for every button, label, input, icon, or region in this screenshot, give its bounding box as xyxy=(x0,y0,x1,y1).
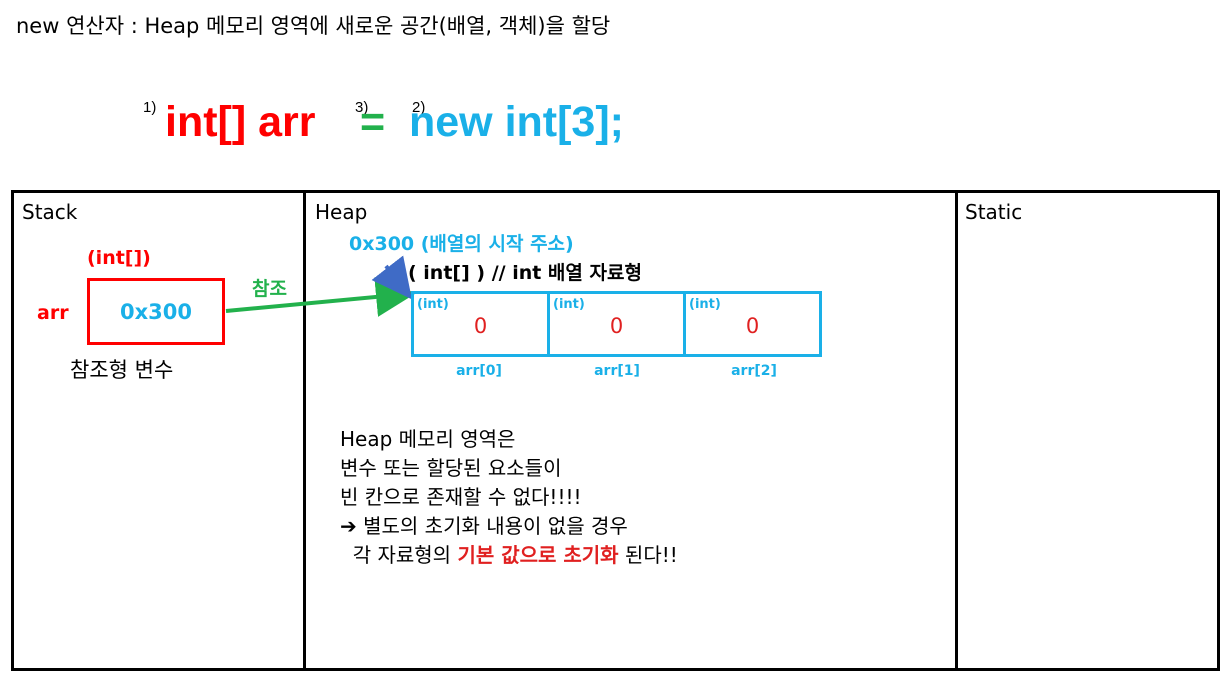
note-emphasis: 기본 값으로 초기화 xyxy=(457,543,619,567)
heap-initialization-note: Heap 메모리 영역은 변수 또는 할당된 요소들이 빈 칸으로 존재할 수 … xyxy=(340,425,678,570)
note-line: 각 자료형의 기본 값으로 초기화 된다!! xyxy=(340,541,678,570)
right-arrow-icon: ➔ xyxy=(340,514,357,538)
array-index-label: arr[2] xyxy=(731,363,777,379)
start-address-pointer xyxy=(371,255,412,300)
note-text: 된다!! xyxy=(618,543,678,567)
array-cell: (int) 0 xyxy=(683,294,819,354)
array-start-address: 0x300 (배열의 시작 주소) xyxy=(349,233,574,255)
array-cell: (int) 0 xyxy=(414,294,547,354)
note-text: 각 자료형의 xyxy=(340,543,458,567)
cell-type-label: (int) xyxy=(689,297,721,312)
note-line: Heap 메모리 영역은 xyxy=(340,427,516,451)
cell-type-label: (int) xyxy=(553,297,585,312)
note-line: 변수 또는 할당된 요소들이 xyxy=(340,456,562,480)
int-array: (int) 0 (int) 0 (int) 0 xyxy=(411,291,822,357)
array-type-note: ( int[] ) // int 배열 자료형 xyxy=(408,262,642,284)
note-text: 별도의 초기화 내용이 없을 경우 xyxy=(356,514,628,538)
cell-value: 0 xyxy=(473,314,488,338)
array-index-label: arr[1] xyxy=(594,363,640,379)
cell-value: 0 xyxy=(609,314,624,338)
cell-type-label: (int) xyxy=(417,297,449,312)
note-line: ➔ 별도의 초기화 내용이 없을 경우 xyxy=(340,512,678,541)
cell-value: 0 xyxy=(745,314,760,338)
array-index-label: arr[0] xyxy=(456,363,502,379)
note-line: 빈 칸으로 존재할 수 없다!!!! xyxy=(340,485,582,509)
array-cell: (int) 0 xyxy=(547,294,683,354)
reference-arrow-label: 참조 xyxy=(252,278,287,300)
